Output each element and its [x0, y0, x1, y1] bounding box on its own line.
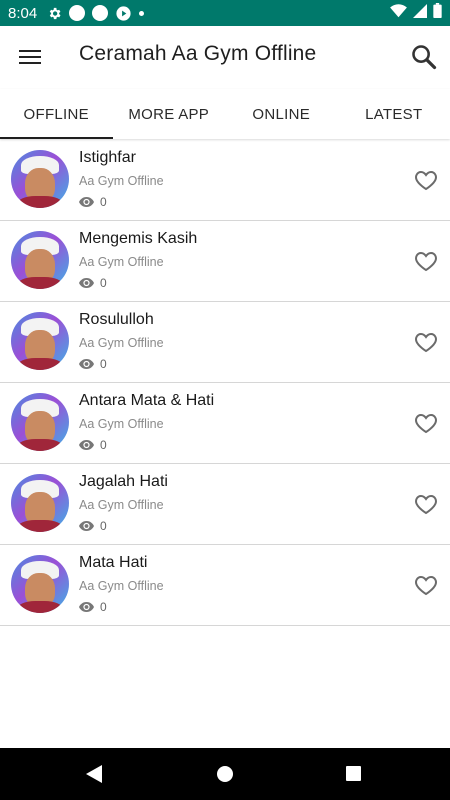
signal-icon	[413, 3, 427, 23]
search-icon[interactable]	[410, 43, 438, 71]
status-bar: 8:04	[0, 0, 450, 26]
heart-icon[interactable]	[414, 573, 438, 597]
eye-icon	[79, 602, 94, 612]
gear-icon	[47, 6, 62, 21]
circle-icon	[69, 5, 86, 21]
item-subtitle: Aa Gym Offline	[79, 579, 164, 593]
heart-icon[interactable]	[414, 492, 438, 516]
circle-icon	[92, 5, 109, 21]
item-title: Rosululloh	[79, 311, 154, 328]
item-subtitle: Aa Gym Offline	[79, 417, 164, 431]
list-item[interactable]: Antara Mata & Hati Aa Gym Offline 0	[0, 383, 450, 464]
navigation-bar	[0, 748, 450, 800]
app-bar: Ceramah Aa Gym Offline	[0, 26, 450, 88]
list-item[interactable]: Mata Hati Aa Gym Offline 0	[0, 545, 450, 626]
tab-more-app[interactable]: MORE APP	[113, 89, 226, 139]
item-subtitle: Aa Gym Offline	[79, 336, 164, 350]
view-count-value: 0	[100, 195, 107, 209]
view-count: 0	[79, 195, 107, 209]
list-item[interactable]: Istighfar Aa Gym Offline 0	[0, 140, 450, 221]
heart-icon[interactable]	[414, 330, 438, 354]
list-item[interactable]: Mengemis Kasih Aa Gym Offline 0	[0, 221, 450, 302]
view-count: 0	[79, 276, 107, 290]
item-subtitle: Aa Gym Offline	[79, 498, 164, 512]
eye-icon	[79, 359, 94, 369]
avatar	[11, 231, 69, 289]
status-time: 8:04	[8, 4, 38, 22]
tab-label: LATEST	[365, 105, 423, 123]
view-count-value: 0	[100, 438, 107, 452]
lecture-list: Istighfar Aa Gym Offline 0 Mengemis Kasi…	[0, 140, 450, 626]
avatar	[11, 393, 69, 451]
view-count-value: 0	[100, 357, 107, 371]
view-count: 0	[79, 600, 107, 614]
view-count-value: 0	[100, 600, 107, 614]
view-count-value: 0	[100, 276, 107, 290]
list-item[interactable]: Rosululloh Aa Gym Offline 0	[0, 302, 450, 383]
heart-icon[interactable]	[414, 411, 438, 435]
wifi-icon	[390, 3, 407, 23]
recents-icon[interactable]	[346, 766, 361, 781]
cast-icon	[115, 5, 132, 22]
eye-icon	[79, 440, 94, 450]
item-title: Jagalah Hati	[79, 473, 168, 490]
view-count: 0	[79, 519, 107, 533]
avatar	[11, 150, 69, 208]
item-title: Mata Hati	[79, 554, 148, 571]
tab-bar: OFFLINE MORE APP ONLINE LATEST	[0, 89, 450, 139]
hamburger-menu-icon[interactable]	[18, 45, 42, 69]
list-item[interactable]: Jagalah Hati Aa Gym Offline 0	[0, 464, 450, 545]
tab-offline[interactable]: OFFLINE	[0, 89, 113, 139]
heart-icon[interactable]	[414, 168, 438, 192]
item-title: Antara Mata & Hati	[79, 392, 215, 409]
tab-label: OFFLINE	[23, 105, 89, 123]
back-icon[interactable]	[86, 765, 102, 788]
item-subtitle: Aa Gym Offline	[79, 174, 164, 188]
item-subtitle: Aa Gym Offline	[79, 255, 164, 269]
eye-icon	[79, 197, 94, 207]
eye-icon	[79, 521, 94, 531]
view-count: 0	[79, 438, 107, 452]
home-icon[interactable]	[217, 766, 233, 782]
dot-icon	[139, 10, 145, 16]
tab-online[interactable]: ONLINE	[225, 89, 338, 139]
view-count: 0	[79, 357, 107, 371]
avatar	[11, 312, 69, 370]
tab-label: MORE APP	[128, 105, 210, 123]
view-count-value: 0	[100, 519, 107, 533]
heart-icon[interactable]	[414, 249, 438, 273]
eye-icon	[79, 278, 94, 288]
avatar	[11, 474, 69, 532]
page-title: Ceramah Aa Gym Offline	[79, 42, 317, 65]
avatar	[11, 555, 69, 613]
battery-icon	[433, 3, 442, 23]
tab-latest[interactable]: LATEST	[338, 89, 450, 139]
tab-label: ONLINE	[252, 105, 311, 123]
item-title: Mengemis Kasih	[79, 230, 198, 247]
item-title: Istighfar	[79, 149, 136, 166]
